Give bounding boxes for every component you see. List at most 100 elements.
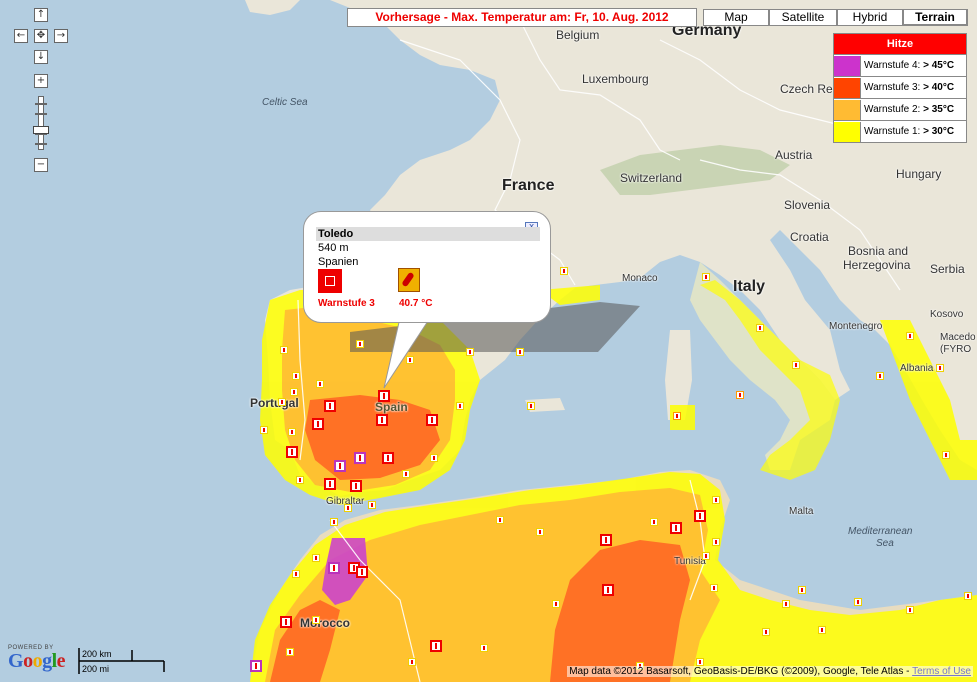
terms-of-use-link[interactable]: Terms of Use [912,666,971,677]
station-marker[interactable] [286,446,298,458]
station-marker[interactable] [382,452,394,464]
legend-title: Hitze [834,34,966,54]
station-marker[interactable] [942,451,950,459]
thermometer-icon [699,513,701,519]
station-marker[interactable] [496,516,504,524]
station-marker[interactable] [312,418,324,430]
station-marker[interactable] [854,598,862,606]
maptype-satellite-button[interactable]: Satellite [769,9,837,26]
station-marker[interactable] [328,562,340,574]
station-marker[interactable] [378,390,390,402]
land-uk [245,0,300,15]
station-marker[interactable] [906,606,914,614]
label-mediterranean-sea: Sea [876,538,894,549]
station-marker[interactable] [330,518,338,526]
station-marker[interactable] [344,504,352,512]
station-marker[interactable] [430,640,442,652]
station-marker[interactable] [710,584,718,592]
station-marker[interactable] [376,414,388,426]
station-marker[interactable] [426,414,438,426]
station-marker[interactable] [324,400,336,412]
station-marker[interactable] [673,412,681,420]
google-logo[interactable]: POWERED BY Google [8,645,66,671]
station-marker[interactable] [456,402,464,410]
station-marker[interactable] [694,510,706,522]
zoom-in-button[interactable]: + [34,74,48,88]
thermometer-icon [676,414,678,418]
station-marker[interactable] [516,348,524,356]
station-marker[interactable] [480,644,488,652]
pan-left-button[interactable]: ← [14,29,28,43]
station-marker[interactable] [324,478,336,490]
maptype-hybrid-button[interactable]: Hybrid [837,9,903,26]
station-marker[interactable] [818,626,826,634]
station-marker[interactable] [312,554,320,562]
thermometer-icon [653,520,655,524]
station-marker[interactable] [527,402,535,410]
pan-down-button[interactable]: ↓ [34,50,48,64]
station-marker[interactable] [292,372,300,380]
station-marker[interactable] [964,592,972,600]
pan-center-button[interactable]: ✥ [34,29,48,43]
station-marker[interactable] [350,480,362,492]
station-marker[interactable] [552,600,560,608]
station-marker[interactable] [368,501,376,509]
station-marker[interactable] [712,496,720,504]
zoom-notch [35,113,47,115]
station-marker[interactable] [280,616,292,628]
thermometer-icon [381,417,383,423]
pan-up-button[interactable]: ↑ [34,8,48,22]
station-name: Toledo [316,227,540,241]
station-marker[interactable] [280,346,288,354]
station-marker[interactable] [792,361,800,369]
station-marker[interactable] [292,570,300,578]
station-marker[interactable] [260,426,268,434]
zoom-out-button[interactable]: − [34,158,48,172]
thermometer-icon [398,268,420,292]
map-canvas[interactable]: France Germany Italy Spain Portugal Moro… [0,0,977,682]
station-marker[interactable] [536,528,544,536]
station-marker[interactable] [250,660,262,672]
station-marker[interactable] [290,388,298,396]
station-marker[interactable] [762,628,770,636]
station-marker[interactable] [736,391,744,399]
station-marker[interactable] [702,273,710,281]
station-marker[interactable] [906,332,914,340]
station-marker[interactable] [354,452,366,464]
station-marker[interactable] [356,566,368,578]
thermometer-icon [299,478,301,482]
zoom-slider-handle[interactable] [33,126,49,134]
station-marker[interactable] [670,522,682,534]
station-marker[interactable] [334,460,346,472]
zoom-slider-track[interactable] [35,96,47,150]
station-marker[interactable] [408,658,416,666]
station-marker[interactable] [296,476,304,484]
station-marker[interactable] [602,584,614,596]
station-marker[interactable] [278,398,286,406]
station-marker[interactable] [430,454,438,462]
station-marker[interactable] [402,470,410,478]
station-marker[interactable] [288,428,296,436]
station-marker[interactable] [316,380,324,388]
station-marker[interactable] [712,538,720,546]
station-marker[interactable] [782,600,790,608]
thermometer-icon [329,481,331,487]
pan-right-button[interactable]: → [54,29,68,43]
station-marker[interactable] [650,518,658,526]
station-marker[interactable] [798,586,806,594]
label-monaco: Monaco [622,273,658,284]
station-marker[interactable] [356,340,364,348]
station-marker[interactable] [702,552,710,560]
station-marker[interactable] [696,658,704,666]
station-marker[interactable] [312,616,320,624]
station-marker[interactable] [560,267,568,275]
station-marker[interactable] [756,324,764,332]
station-marker[interactable] [466,348,474,356]
maptype-terrain-button[interactable]: Terrain [903,9,968,26]
legend-swatch [834,55,861,76]
station-marker[interactable] [876,372,884,380]
station-marker[interactable] [600,534,612,546]
station-marker[interactable] [286,648,294,656]
station-marker[interactable] [936,364,944,372]
maptype-map-button[interactable]: Map [703,9,769,26]
